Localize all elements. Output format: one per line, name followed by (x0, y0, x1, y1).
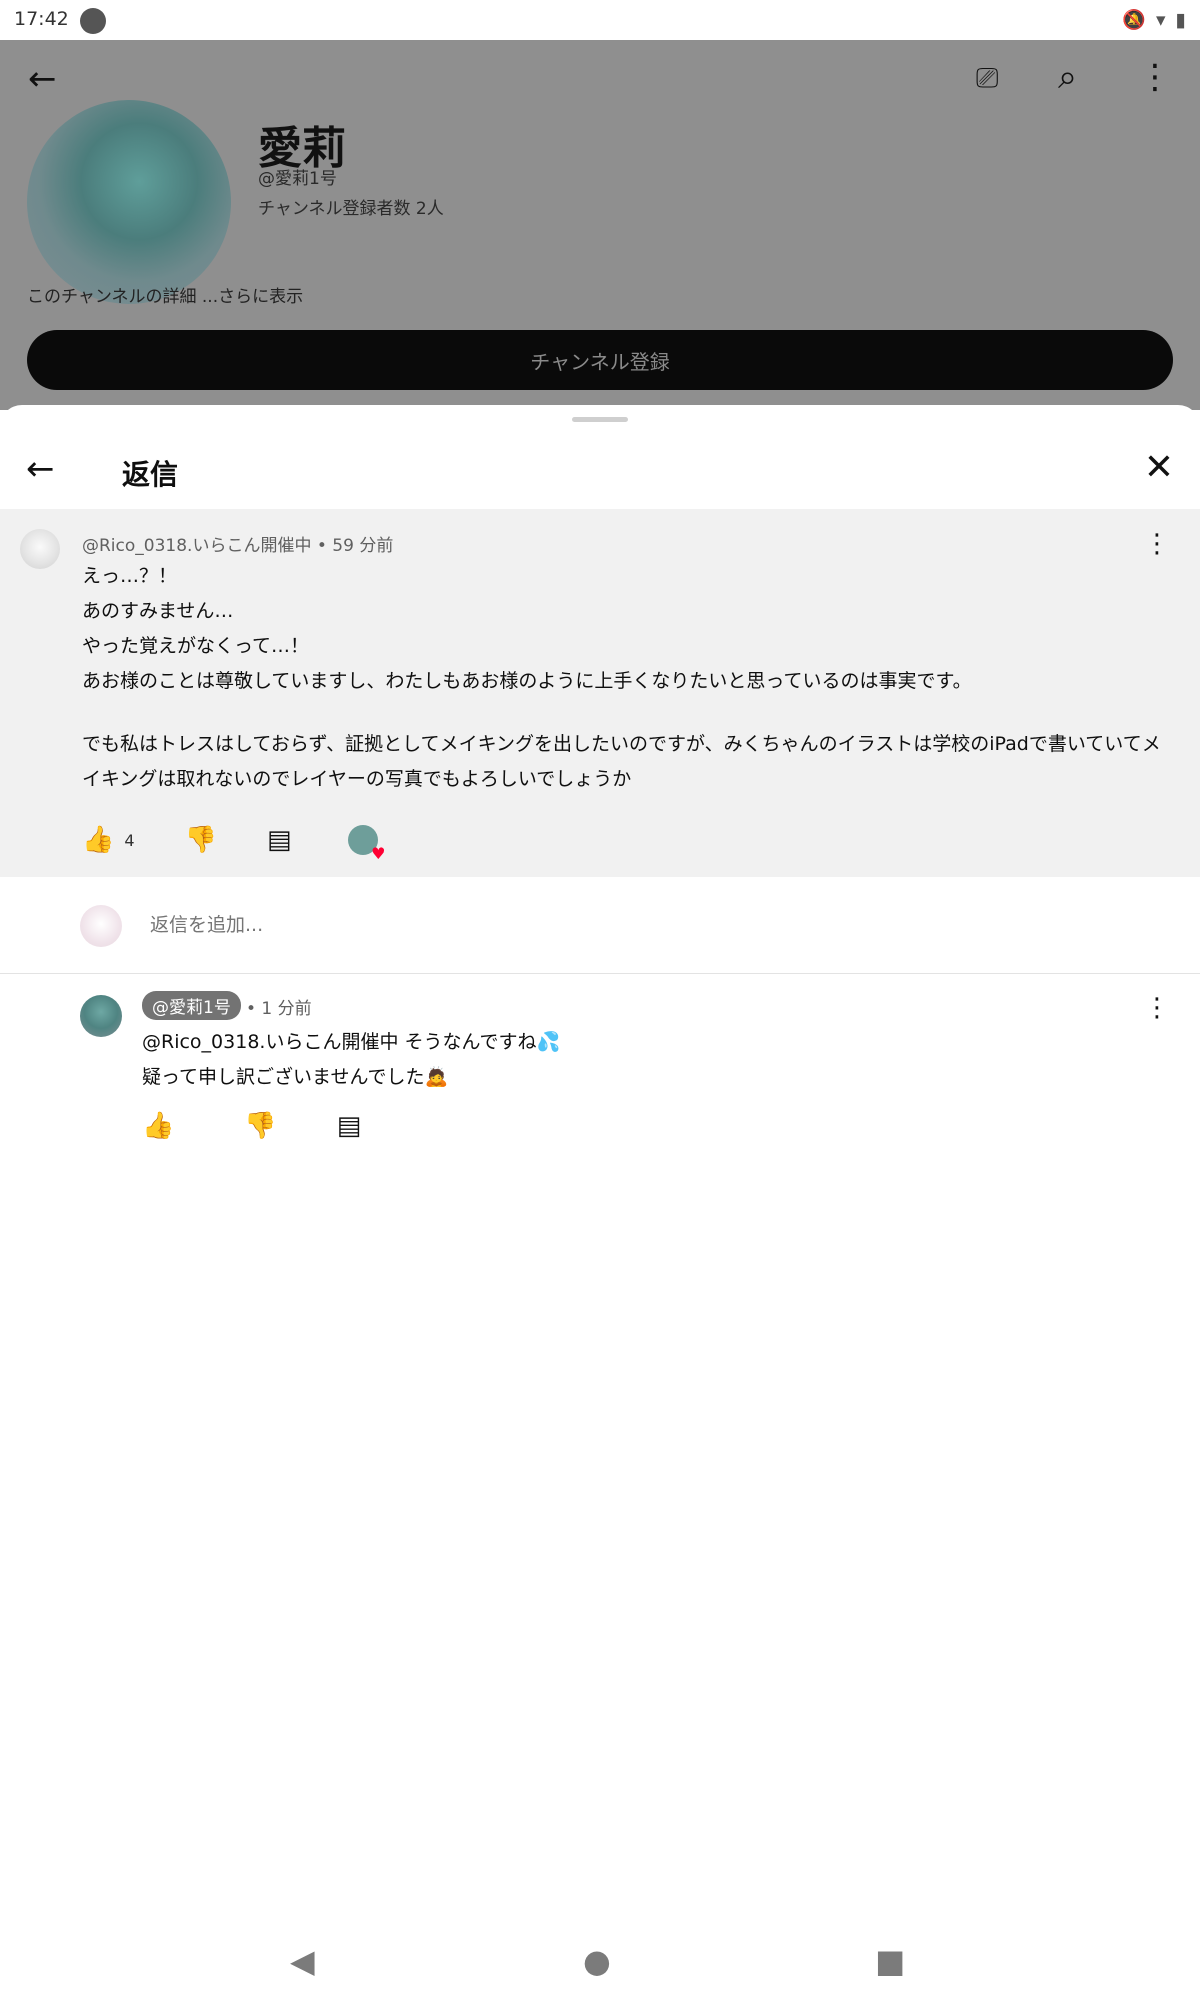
nav-back-icon[interactable]: ◀ (290, 1942, 315, 1980)
comment-actions: 👍 4 👎 ▤ ♥ (82, 825, 386, 863)
more-vert-icon[interactable]: ⋮ (1138, 60, 1172, 94)
status-icons: 🔕 ▾ ▮ (1122, 8, 1186, 32)
channel-page-background: ← ⎚ ⌕ ⋮ 愛莉 @愛莉1号 チャンネル登録者数 2人 このチャンネルの詳細… (0, 40, 1200, 410)
nav-recents-icon[interactable]: ■ (875, 1942, 905, 1980)
comment-line: あお様のことは尊敬していますし、わたしもあお様のように上手くなりたいと思っている… (82, 670, 972, 692)
heart-icon: ♥ (371, 844, 386, 863)
comment-line: あのすみません… (82, 600, 234, 622)
avatar[interactable] (20, 529, 60, 569)
reply-line: 疑って申し訳ございませんでした🙇 (142, 1066, 449, 1088)
thumb-up-icon[interactable]: 👍 (142, 1111, 174, 1141)
battery-icon: ▮ (1175, 8, 1186, 31)
creator-heart-badge: ♥ (347, 825, 386, 863)
channel-description-link[interactable]: このチャンネルの詳細 ...さらに表示 (27, 282, 303, 307)
subscribe-button[interactable]: チャンネル登録 (27, 330, 1173, 390)
like-count: 4 (124, 830, 135, 850)
arrow-left-icon[interactable]: ← (28, 62, 57, 96)
thumb-down-icon[interactable]: 👎 (244, 1111, 276, 1141)
reply-comment: @愛莉1号 • 1 分前 ⋮ @Rico_0318.いらこん開催中 そうなんです… (0, 973, 1200, 1173)
channel-avatar (27, 100, 231, 304)
status-bar: 17:42 🔕 ▾ ▮ (0, 0, 1200, 40)
avatar[interactable] (80, 995, 122, 1037)
search-icon[interactable]: ⌕ (1058, 60, 1077, 94)
more-vert-icon[interactable]: ⋮ (1144, 993, 1170, 1023)
sheet-header: ← 返信 ✕ (0, 433, 1200, 514)
parent-comment: @Rico_0318.いらこん開催中 • 59 分前 ⋮ えっ…？！ あのすみま… (0, 509, 1200, 877)
close-icon[interactable]: ✕ (1144, 447, 1174, 488)
avatar (80, 905, 122, 947)
comment-line: やった覚えがなくって…！ (82, 635, 310, 657)
subscriber-count: チャンネル登録者数 2人 (258, 199, 444, 219)
comment-body: えっ…？！ あのすみません… やった覚えがなくって…！ あお様のことは尊敬してい… (82, 559, 1162, 797)
replies-sheet: ← 返信 ✕ @Rico_0318.いらこん開催中 • 59 分前 ⋮ えっ…？… (0, 405, 1200, 1925)
reply-body: @Rico_0318.いらこん開催中 そうなんですね💦 疑って申し訳ございません… (142, 1025, 1142, 1095)
reply-author-badge[interactable]: @愛莉1号 (142, 991, 241, 1020)
reply-line: @Rico_0318.いらこん開催中 そうなんですね💦 (142, 1031, 561, 1053)
reply-time: • 1 分前 (246, 999, 312, 1019)
comment-icon[interactable]: ▤ (337, 1111, 362, 1141)
thumb-up-icon[interactable]: 👍 (82, 825, 114, 855)
cast-icon[interactable]: ⎚ (976, 64, 998, 92)
reply-actions: 👍 👎 ▤ (142, 1111, 361, 1141)
comment-meta: @Rico_0318.いらこん開催中 • 59 分前 (82, 536, 394, 556)
add-reply-row (0, 877, 1200, 974)
notification-icon (80, 8, 106, 34)
add-reply-input[interactable] (148, 913, 1132, 937)
channel-handle: @愛莉1号 (258, 169, 337, 189)
sheet-title: 返信 (122, 458, 179, 491)
system-nav-bar: ◀ ● ■ (0, 1930, 1200, 2000)
comment-icon[interactable]: ▤ (267, 825, 292, 855)
more-vert-icon[interactable]: ⋮ (1144, 529, 1170, 559)
status-time: 17:42 (14, 8, 69, 30)
drag-handle[interactable] (572, 417, 628, 422)
thumb-down-icon[interactable]: 👎 (185, 825, 217, 855)
wifi-icon: ▾ (1155, 8, 1166, 31)
comment-line: でも私はトレスはしておらず、証拠としてメイキングを出したいのですが、みくちゃんの… (82, 733, 1161, 790)
arrow-left-icon[interactable]: ← (26, 449, 55, 489)
mute-icon: 🔕 (1122, 9, 1146, 31)
comment-line: えっ…？！ (82, 565, 178, 587)
nav-home-icon[interactable]: ● (583, 1942, 611, 1980)
